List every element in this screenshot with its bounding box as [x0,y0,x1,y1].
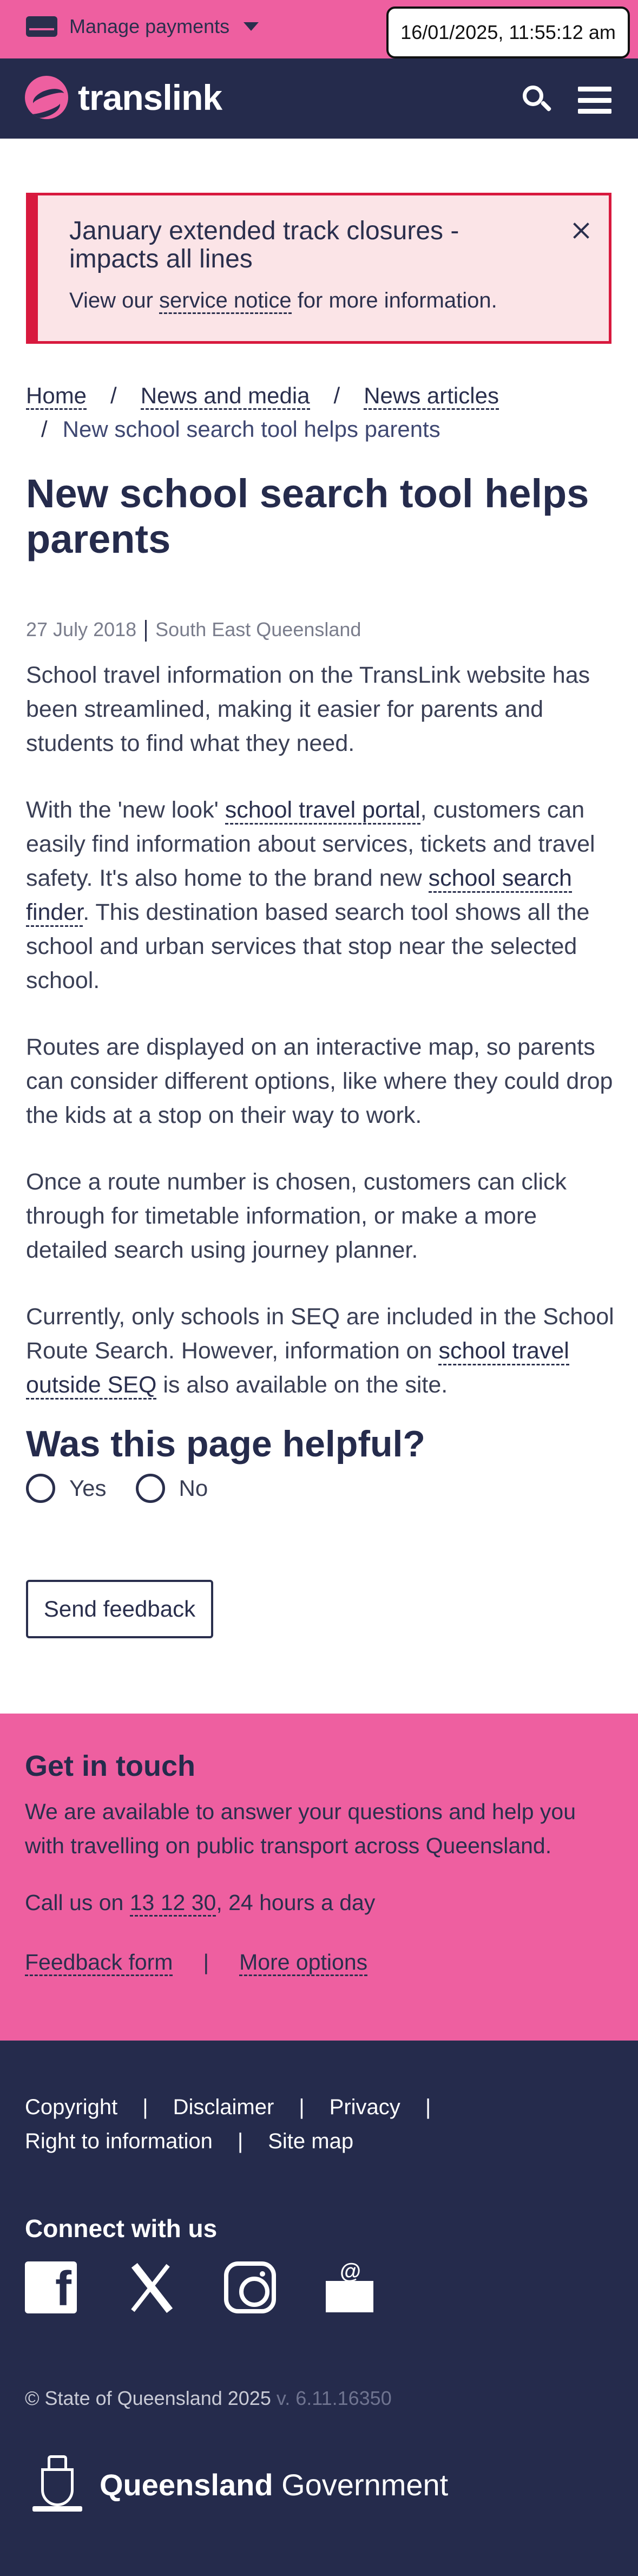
site-header: translink [0,58,638,139]
logo-text: translink [78,77,222,117]
feedback-form-link[interactable]: Feedback form [25,1950,173,1976]
school-travel-portal-link[interactable]: school travel portal [225,797,420,825]
search-icon[interactable] [522,84,552,115]
footer-separator: | [299,2095,305,2119]
footer-separator: | [142,2095,148,2119]
helpful-options: Yes No [26,1474,237,1503]
qgov-wordmark: Queensland Government [100,2467,448,2502]
queensland-government-logo[interactable]: Queensland Government [25,2452,448,2517]
footer-separator: | [237,2129,244,2153]
breadcrumb-separator: / [41,416,48,442]
breadcrumb: Home / News and media / News articles / New s… [26,379,621,446]
qgov-bold: Queensland [100,2467,273,2502]
instagram-icon[interactable] [224,2261,276,2313]
menu-icon[interactable] [578,87,611,114]
card-icon [26,16,57,37]
get-in-touch-description: We are available to answer your question… [25,1799,576,1858]
get-in-touch-heading: Get in touch [25,1750,195,1782]
facebook-icon[interactable]: f [25,2261,77,2313]
link-separator: | [203,1950,209,1975]
alert-body: View our service notice for more informa… [69,289,497,314]
connect-heading: Connect with us [25,2214,218,2242]
translink-logo-icon [25,76,68,119]
contact-links: Feedback form | More options [25,1950,368,1976]
copyright-text: © State of Queensland 2025 v. 6.11.16350 [25,2387,392,2410]
footer-separator: | [425,2095,431,2119]
coat-of-arms-icon [25,2452,90,2517]
text-run: is also available on the site. [156,1372,448,1398]
footer-link-privacy[interactable]: Privacy [330,2095,400,2119]
alert-title: January extended track closures - impact… [69,217,459,273]
copyright-label: © State of Queensland 2025 [25,2387,271,2409]
article-paragraph: Once a route number is chosen, customers… [26,1169,567,1263]
footer-link-copyright[interactable]: Copyright [25,2095,117,2119]
translink-logo[interactable]: translink [25,76,222,119]
footer-links: Copyright | Disclaimer | Privacy | Right to i… [25,2090,620,2159]
chevron-down-icon [244,22,259,31]
close-icon[interactable] [571,220,591,241]
article-paragraph: School travel information on the TransLi… [26,662,590,756]
utility-bar: Manage payments 16/01/2025, 11:55:12 am [0,0,638,58]
service-alert: January extended track closures - impact… [26,193,611,344]
breadcrumb-news-articles[interactable]: News articles [364,383,499,410]
call-suffix: , 24 hours a day [216,1890,376,1915]
article-paragraph: With the 'new look' school travel portal… [26,793,616,998]
no-radio[interactable] [135,1474,165,1503]
breadcrumb-separator: / [110,383,117,408]
social-links: f [25,2259,376,2313]
footer-link-site-map[interactable]: Site map [268,2129,353,2153]
site-footer: Copyright | Disclaimer | Privacy | Right to i… [0,2041,638,2576]
article-body: School travel information on the TransLi… [26,658,616,1435]
breadcrumb-home[interactable]: Home [26,383,87,410]
helpful-heading: Was this page helpful? [26,1423,425,1464]
page-title: New school search tool helps parents [26,471,589,561]
article-paragraph: Currently, only schools in SEQ are inclu… [26,1300,616,1402]
qgov-light: Government [273,2467,449,2502]
timestamp: 16/01/2025, 11:55:12 am [386,6,630,58]
breadcrumb-news-and-media[interactable]: News and media [140,383,310,410]
meta-divider [145,620,147,642]
send-feedback-button[interactable]: Send feedback [26,1580,213,1638]
text-run: With the 'new look' [26,797,225,823]
version-label: v. 6.11.16350 [276,2387,392,2409]
service-notice-link[interactable]: service notice [159,289,292,314]
phone-link[interactable]: 13 12 30 [129,1890,216,1917]
call-prefix: Call us on [25,1890,130,1915]
alert-body-suffix: for more information. [291,289,497,312]
get-in-touch-section: Get in touch We are available to answer … [0,1714,638,2041]
no-label[interactable]: No [179,1475,208,1501]
article-date: 27 July 2018 [26,618,137,640]
breadcrumb-separator: / [333,383,340,408]
text-run: . This destination based search tool sho… [26,899,590,993]
manage-payments-menu[interactable]: Manage payments [26,15,259,38]
alert-body-prefix: View our [69,289,160,312]
yes-label[interactable]: Yes [69,1475,107,1501]
footer-link-disclaimer[interactable]: Disclaimer [173,2095,274,2119]
breadcrumb-current: New school search tool helps parents [62,416,440,442]
article-meta: 27 July 2018 South East Queensland [26,618,361,642]
yes-radio[interactable] [26,1474,55,1503]
article-paragraph: Routes are displayed on an interactive m… [26,1034,613,1128]
x-icon[interactable] [124,2261,176,2313]
manage-payments-label: Manage payments [69,15,230,37]
article-region: South East Queensland [155,618,361,640]
more-options-link[interactable]: More options [239,1950,368,1976]
call-us-text: Call us on 13 12 30, 24 hours a day [25,1890,376,1917]
footer-link-right-to-information[interactable]: Right to information [25,2129,213,2153]
email-icon[interactable] [324,2259,376,2313]
